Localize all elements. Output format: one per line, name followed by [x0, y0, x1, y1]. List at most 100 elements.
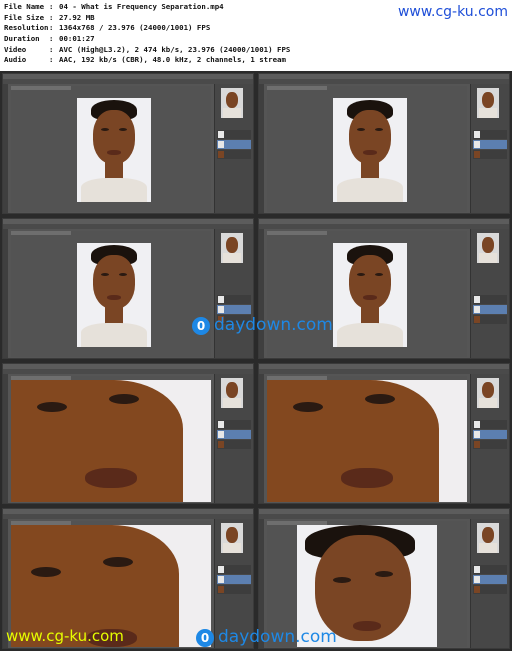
tools-panel: [259, 229, 264, 358]
layer-row-selected[interactable]: [217, 430, 251, 439]
layer-row[interactable]: [473, 130, 507, 139]
tools-panel: [3, 229, 8, 358]
navigator-preview: [221, 378, 243, 408]
eye: [101, 128, 109, 131]
panels: [470, 519, 509, 648]
portrait-canvas: [333, 98, 407, 202]
layer-row[interactable]: [217, 295, 251, 304]
shirt: [81, 178, 147, 202]
layer-row[interactable]: [473, 315, 507, 324]
layer-row[interactable]: [217, 585, 251, 594]
navigator-preview: [477, 88, 499, 118]
tools-panel: [3, 84, 8, 213]
tools-panel: [3, 374, 8, 503]
watermark-top-right: www.cg-ku.com: [397, 4, 508, 20]
field-colon: :: [49, 23, 54, 32]
document-window: [267, 86, 467, 212]
watermark-bottom-left: www.cg-ku.com: [6, 627, 124, 645]
layer-row[interactable]: [473, 295, 507, 304]
layer-row[interactable]: [473, 585, 507, 594]
thumbnail-2: [258, 73, 510, 214]
layer-row-selected[interactable]: [473, 575, 507, 584]
watermark-bottom-text: daydown.com: [218, 627, 337, 647]
layer-row[interactable]: [473, 420, 507, 429]
portrait-canvas: [77, 243, 151, 347]
eye: [37, 402, 67, 412]
document-window: [11, 86, 211, 212]
media-info-header: File Name:04 - What is Frequency Separat…: [0, 0, 512, 72]
field-value: 00:01:27: [59, 34, 95, 43]
layer-row[interactable]: [217, 150, 251, 159]
layer-row-selected[interactable]: [217, 140, 251, 149]
field-key: Video: [4, 45, 27, 54]
layer-row[interactable]: [473, 150, 507, 159]
layer-row-selected[interactable]: [473, 305, 507, 314]
panels: [214, 374, 253, 503]
portrait-canvas: [77, 98, 151, 202]
field-value: AAC, 192 kb/s (CBR), 48.0 kHz, 2 channel…: [59, 55, 286, 64]
eye: [109, 394, 139, 404]
panels: [470, 229, 509, 358]
field-value: AVC (High@L3.2), 2 474 kb/s, 23.976 (240…: [59, 45, 291, 54]
navigator-preview: [477, 233, 499, 263]
navigator-preview: [477, 378, 499, 408]
panels: [214, 229, 253, 358]
eye: [119, 128, 127, 131]
layer-row[interactable]: [217, 420, 251, 429]
document-tab: [11, 231, 71, 235]
panels: [470, 84, 509, 213]
field-colon: :: [49, 2, 54, 11]
document-window: [267, 231, 467, 357]
neck: [105, 160, 123, 180]
layer-row[interactable]: [217, 130, 251, 139]
panels: [214, 84, 253, 213]
thumbnail-6: [258, 363, 510, 504]
field-value: 04 - What is Frequency Separation.mp4: [59, 2, 224, 11]
layer-row-selected[interactable]: [217, 305, 251, 314]
document-window: [11, 231, 211, 357]
lips: [107, 150, 121, 155]
layer-row[interactable]: [473, 565, 507, 574]
thumbnail-3: [2, 218, 254, 359]
face: [93, 110, 135, 164]
navigator-preview: [221, 233, 243, 263]
layer-row-selected[interactable]: [217, 575, 251, 584]
daydown-logo-icon: 0: [196, 629, 214, 647]
zoomed-canvas: [267, 380, 467, 502]
field-key: File Name: [4, 2, 45, 11]
tools-panel: [259, 374, 264, 503]
navigator-preview: [221, 88, 243, 118]
layer-row[interactable]: [473, 440, 507, 449]
thumbnail-grid: [0, 71, 512, 651]
zoomed-canvas: [11, 380, 211, 502]
field-key: File Size: [4, 13, 45, 22]
document-tab: [11, 86, 71, 90]
field-colon: :: [49, 55, 54, 64]
document-window: [11, 376, 211, 502]
watermark-middle-text: daydown.com: [214, 315, 333, 335]
document-tab: [267, 86, 327, 90]
document-window: [267, 376, 467, 502]
navigator-preview: [477, 523, 499, 553]
layer-row-selected[interactable]: [473, 140, 507, 149]
field-key: Resolution: [4, 23, 49, 32]
field-key: Duration: [4, 34, 40, 43]
thumbnail-5: [2, 363, 254, 504]
lips: [85, 468, 137, 488]
portrait-canvas: [333, 243, 407, 347]
layer-row[interactable]: [217, 565, 251, 574]
panels: [470, 374, 509, 503]
field-colon: :: [49, 13, 54, 22]
thumbnail-1: [2, 73, 254, 214]
tools-panel: [259, 84, 264, 213]
layer-row[interactable]: [217, 440, 251, 449]
field-value: 27.92 MB: [59, 13, 95, 22]
thumbnail-4: [258, 218, 510, 359]
field-colon: :: [49, 45, 54, 54]
field-key: Audio: [4, 55, 27, 64]
layer-row-selected[interactable]: [473, 430, 507, 439]
daydown-logo-icon: 0: [192, 317, 210, 335]
field-value: 1364x768 / 23.976 (24000/1001) FPS: [59, 23, 211, 32]
document-tab: [267, 231, 327, 235]
navigator-preview: [221, 523, 243, 553]
